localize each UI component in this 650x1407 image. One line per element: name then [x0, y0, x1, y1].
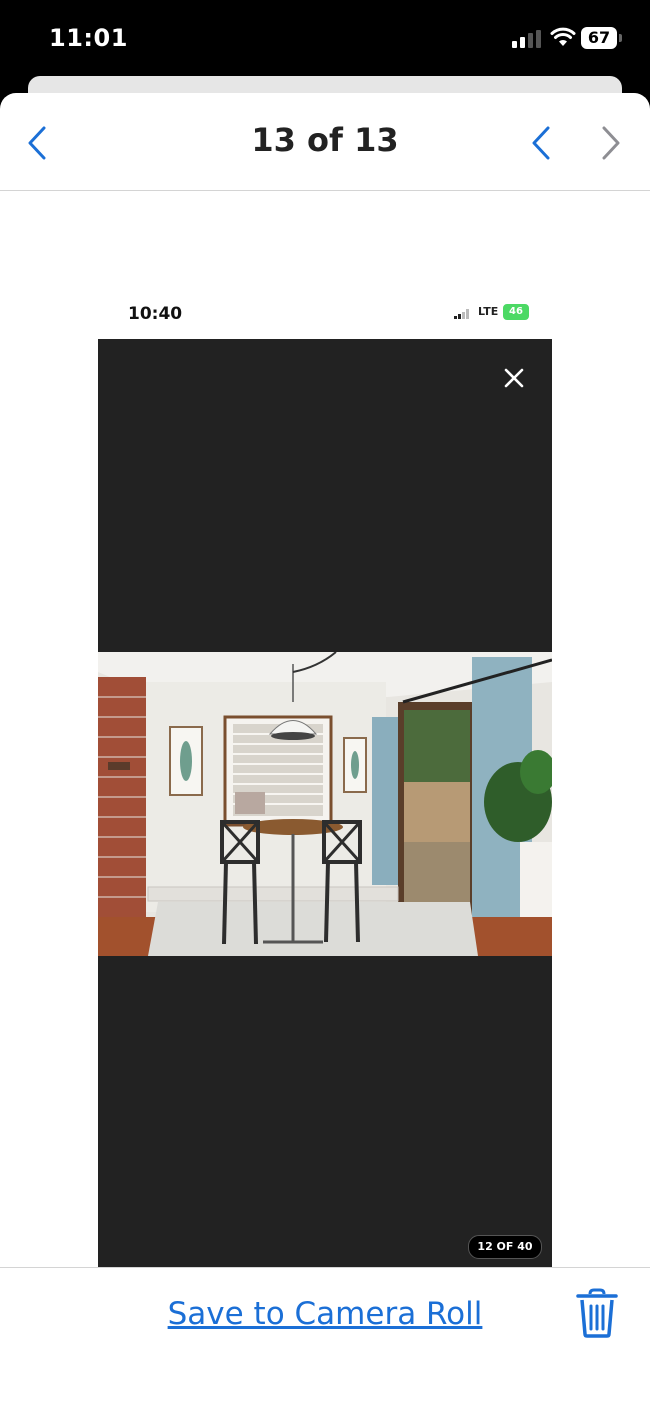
embedded-time: 10:40	[128, 304, 183, 324]
status-time: 11:01	[49, 24, 128, 52]
save-to-camera-roll-button[interactable]: Save to Camera Roll	[0, 1296, 650, 1332]
embedded-battery-level: 46	[509, 306, 523, 317]
battery-icon: 67	[581, 27, 617, 49]
status-bar: 11:01 67	[0, 0, 650, 78]
nav-bar: 13 of 13	[0, 93, 650, 191]
battery-tip	[619, 34, 622, 42]
embedded-photo-viewer: 12 OF 40	[98, 339, 552, 1268]
battery-level: 67	[587, 28, 611, 47]
bottom-action-bar: Save to Camera Roll	[0, 1267, 650, 1407]
previous-chevron-icon[interactable]	[526, 123, 556, 163]
embedded-battery-icon: 46	[503, 304, 529, 320]
photo-counter-badge: 12 OF 40	[468, 1235, 542, 1259]
close-icon[interactable]	[499, 363, 529, 393]
room-photo	[98, 652, 552, 956]
preview-sheet: 13 of 13 10:40 LTE 46 12 OF 40 Save to C…	[0, 93, 650, 1407]
signal-icon	[512, 30, 544, 48]
wifi-icon	[550, 27, 576, 46]
embedded-network-label: LTE	[478, 305, 499, 318]
next-chevron-icon[interactable]	[596, 123, 626, 163]
trash-icon[interactable]	[574, 1288, 620, 1338]
embedded-signal-icon	[454, 309, 472, 319]
embedded-status-bar: 10:40 LTE 46	[98, 291, 552, 339]
